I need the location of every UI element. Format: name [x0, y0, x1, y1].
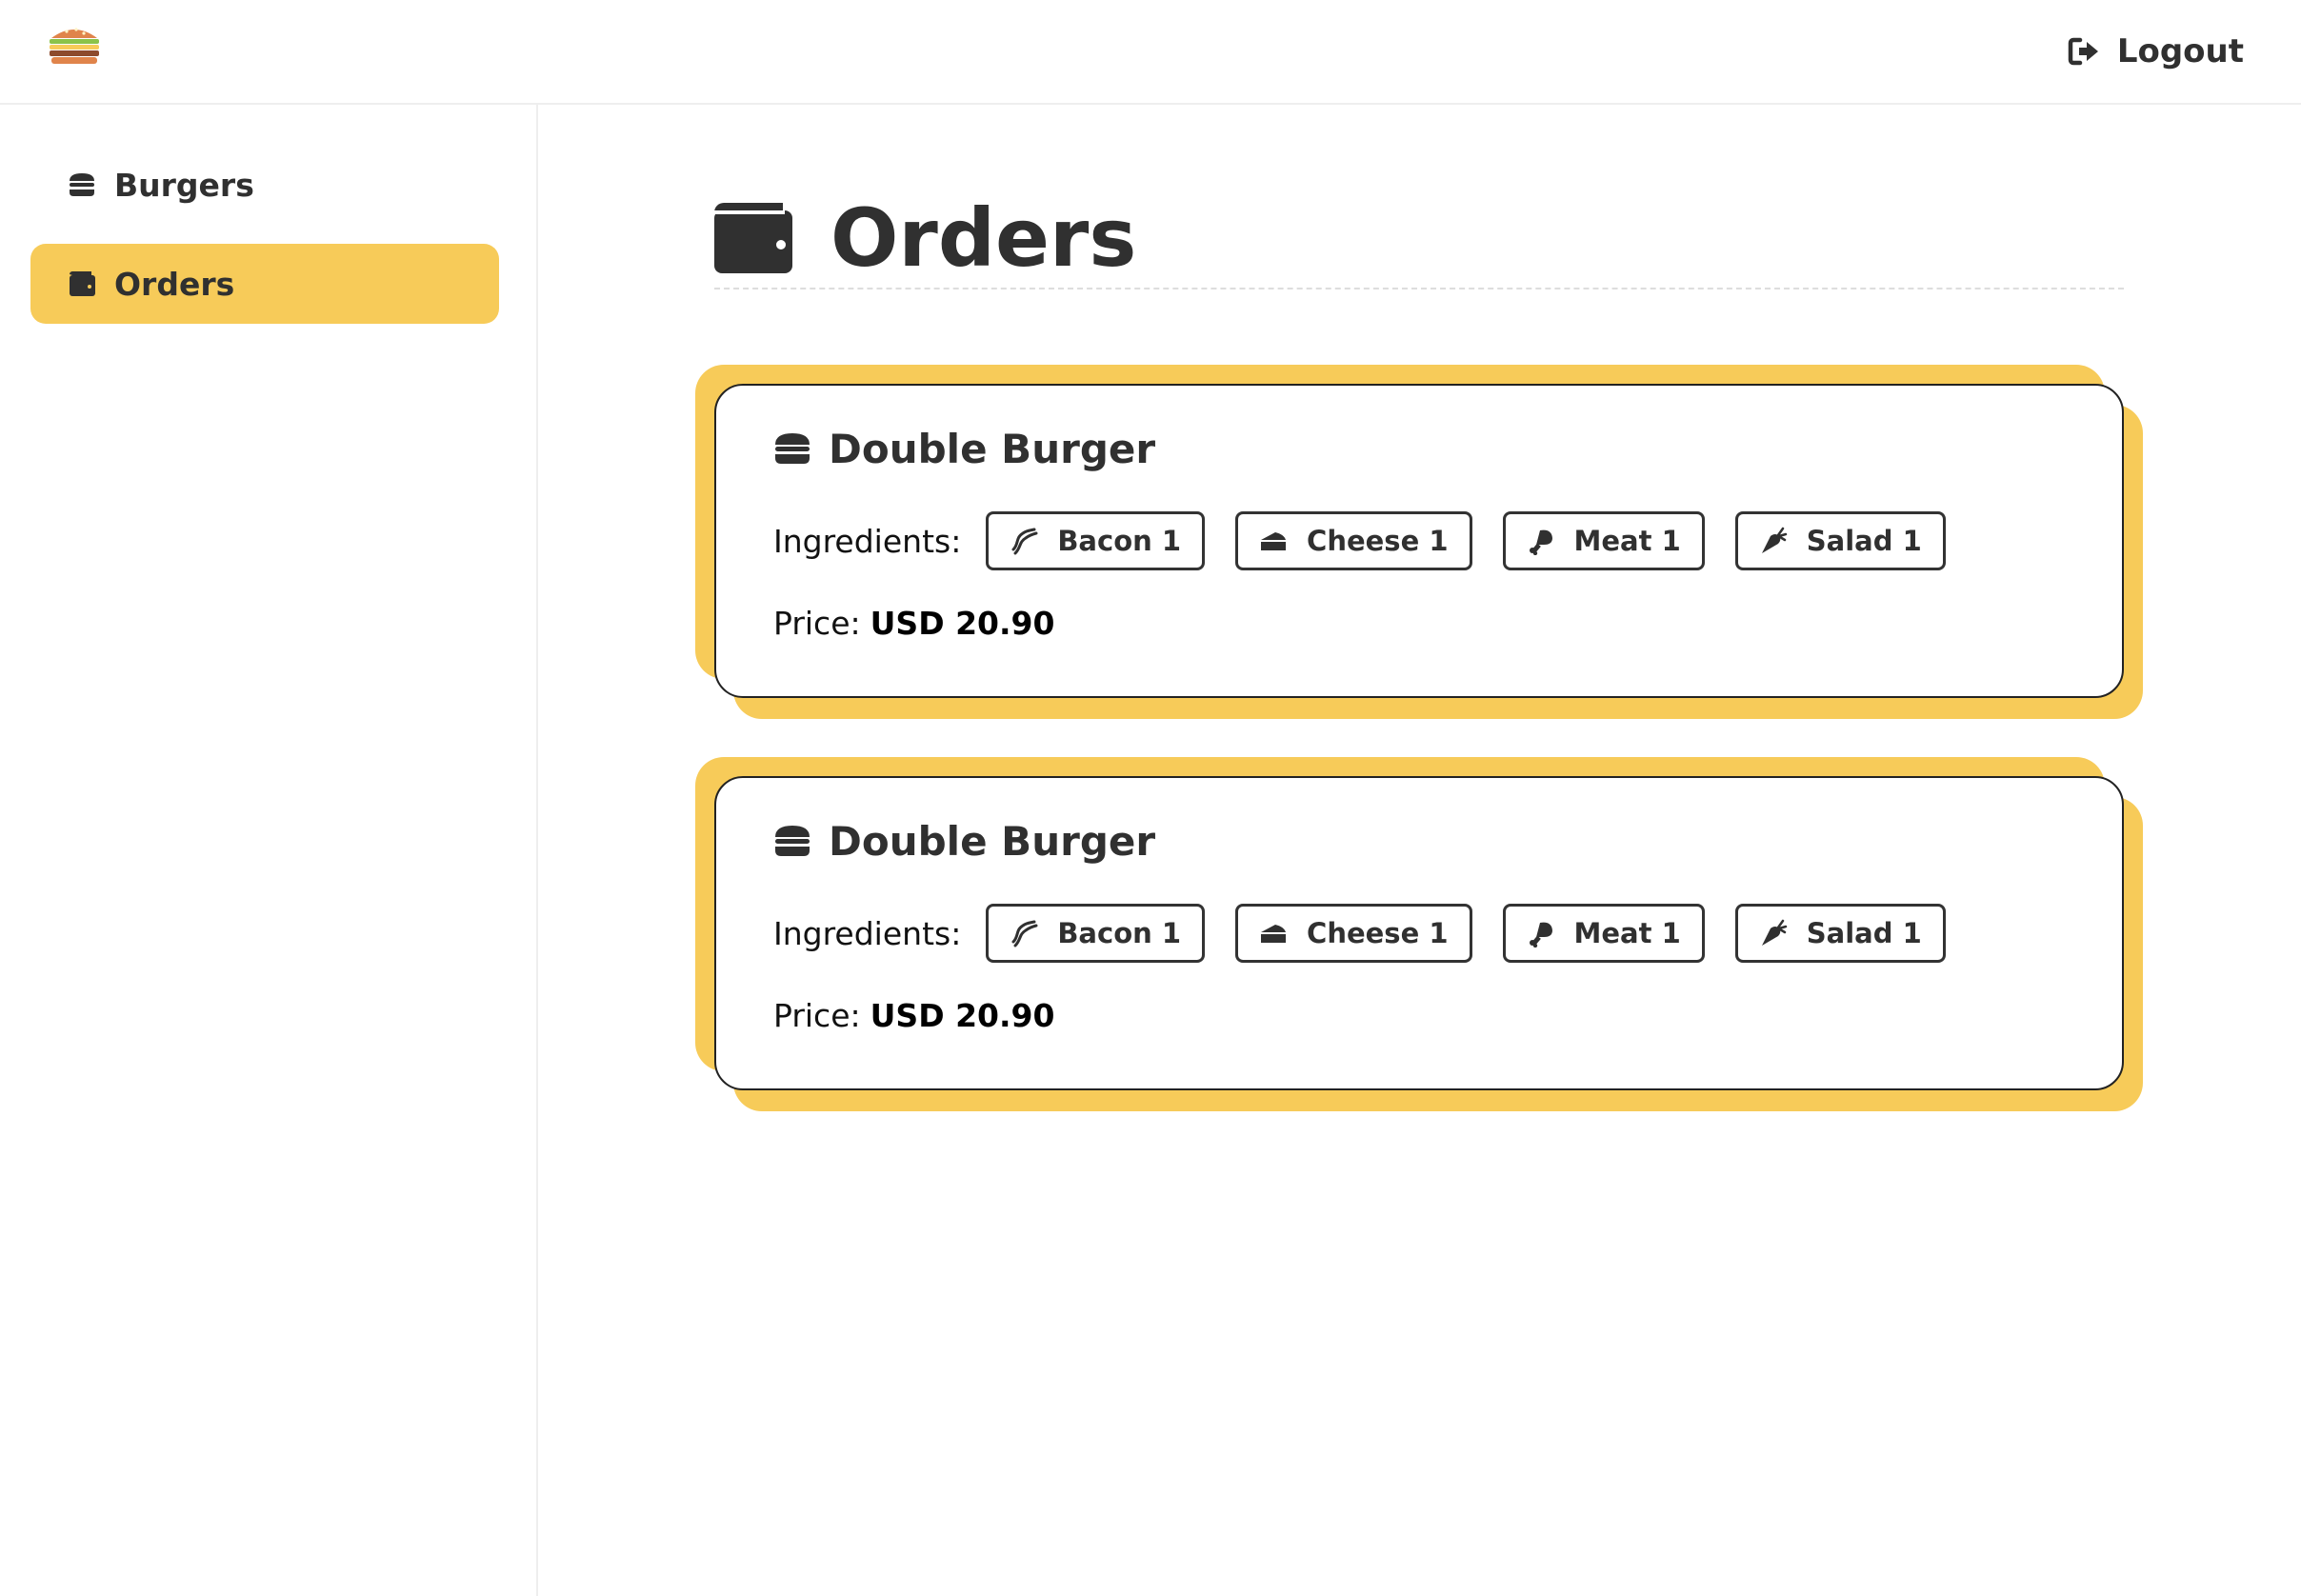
ingredient-label: Bacon 1 [1057, 525, 1182, 557]
title-divider [714, 288, 2124, 289]
ingredient-label: Salad 1 [1806, 917, 1922, 949]
price-label: Price: [773, 604, 861, 642]
burger-icon [70, 173, 94, 196]
ingredient-chip-cheese[interactable]: Cheese 1 [1235, 904, 1472, 963]
price-value: USD 20.90 [870, 604, 1055, 642]
sidebar-item-label: Burgers [114, 166, 254, 204]
ingredient-chip-salad[interactable]: Salad 1 [1734, 904, 1946, 963]
drumstick-icon [1529, 529, 1552, 555]
sidebar-item-orders[interactable]: Orders [30, 244, 499, 324]
ingredient-label: Cheese 1 [1307, 525, 1449, 557]
ingredient-label: Bacon 1 [1057, 917, 1182, 949]
price-row: Price: USD 20.90 [773, 991, 1054, 1039]
ingredient-label: Salad 1 [1806, 525, 1922, 557]
order-name: Double Burger [829, 817, 1156, 865]
price-value: USD 20.90 [870, 996, 1055, 1034]
ingredient-chip-cheese[interactable]: Cheese 1 [1235, 511, 1472, 570]
ingredient-label: Meat 1 [1573, 525, 1681, 557]
page-title-text: Orders [830, 191, 1137, 285]
cheese-icon [1261, 925, 1287, 943]
sidebar: Burgers Orders [0, 105, 538, 1596]
ingredient-chip-bacon[interactable]: Bacon 1 [986, 511, 1206, 570]
burger-icon [775, 433, 810, 464]
logout-button[interactable]: Logout [2068, 27, 2244, 76]
order-card-wrapper: Double Burger Ingredients: Bacon 1 Chees… [695, 757, 2143, 1111]
ingredient-chip-salad[interactable]: Salad 1 [1734, 511, 1946, 570]
price-label: Price: [773, 996, 861, 1034]
logout-label: Logout [2116, 32, 2244, 70]
wallet-icon [714, 203, 792, 273]
burger-logo-icon[interactable] [46, 23, 103, 65]
page-title: Orders [714, 186, 1136, 290]
cheese-icon [1261, 532, 1287, 550]
burger-icon [775, 826, 810, 856]
bacon-icon [1011, 920, 1038, 948]
price-row: Price: USD 20.90 [773, 599, 1054, 647]
order-title: Double Burger [773, 814, 1155, 868]
ingredient-chip-meat[interactable]: Meat 1 [1502, 904, 1705, 963]
order-card-wrapper: Double Burger Ingredients: Bacon 1 Chees… [695, 365, 2143, 719]
ingredient-label: Cheese 1 [1307, 917, 1449, 949]
sign-out-icon [2068, 37, 2098, 66]
ingredients-label: Ingredients: [773, 914, 962, 952]
ingredient-chip-meat[interactable]: Meat 1 [1502, 511, 1705, 570]
order-card: Double Burger Ingredients: Bacon 1 Chees… [714, 384, 2124, 698]
sidebar-item-label: Orders [114, 265, 235, 303]
ingredients-row: Ingredients: Bacon 1 Cheese 1 Meat 1 Sal… [773, 509, 1976, 572]
bacon-icon [1011, 528, 1038, 555]
carrot-icon [1761, 919, 1788, 946]
wallet-icon [70, 271, 95, 296]
carrot-icon [1761, 527, 1788, 553]
order-title: Double Burger [773, 422, 1155, 475]
ingredients-label: Ingredients: [773, 522, 962, 560]
ingredients-row: Ingredients: Bacon 1 Cheese 1 Meat 1 Sal… [773, 902, 1976, 965]
order-name: Double Burger [829, 425, 1156, 472]
order-card: Double Burger Ingredients: Bacon 1 Chees… [714, 776, 2124, 1090]
sidebar-item-burgers[interactable]: Burgers [30, 145, 499, 225]
top-bar: Logout [0, 0, 2301, 105]
ingredient-chip-bacon[interactable]: Bacon 1 [986, 904, 1206, 963]
drumstick-icon [1529, 922, 1552, 948]
ingredient-label: Meat 1 [1573, 917, 1681, 949]
